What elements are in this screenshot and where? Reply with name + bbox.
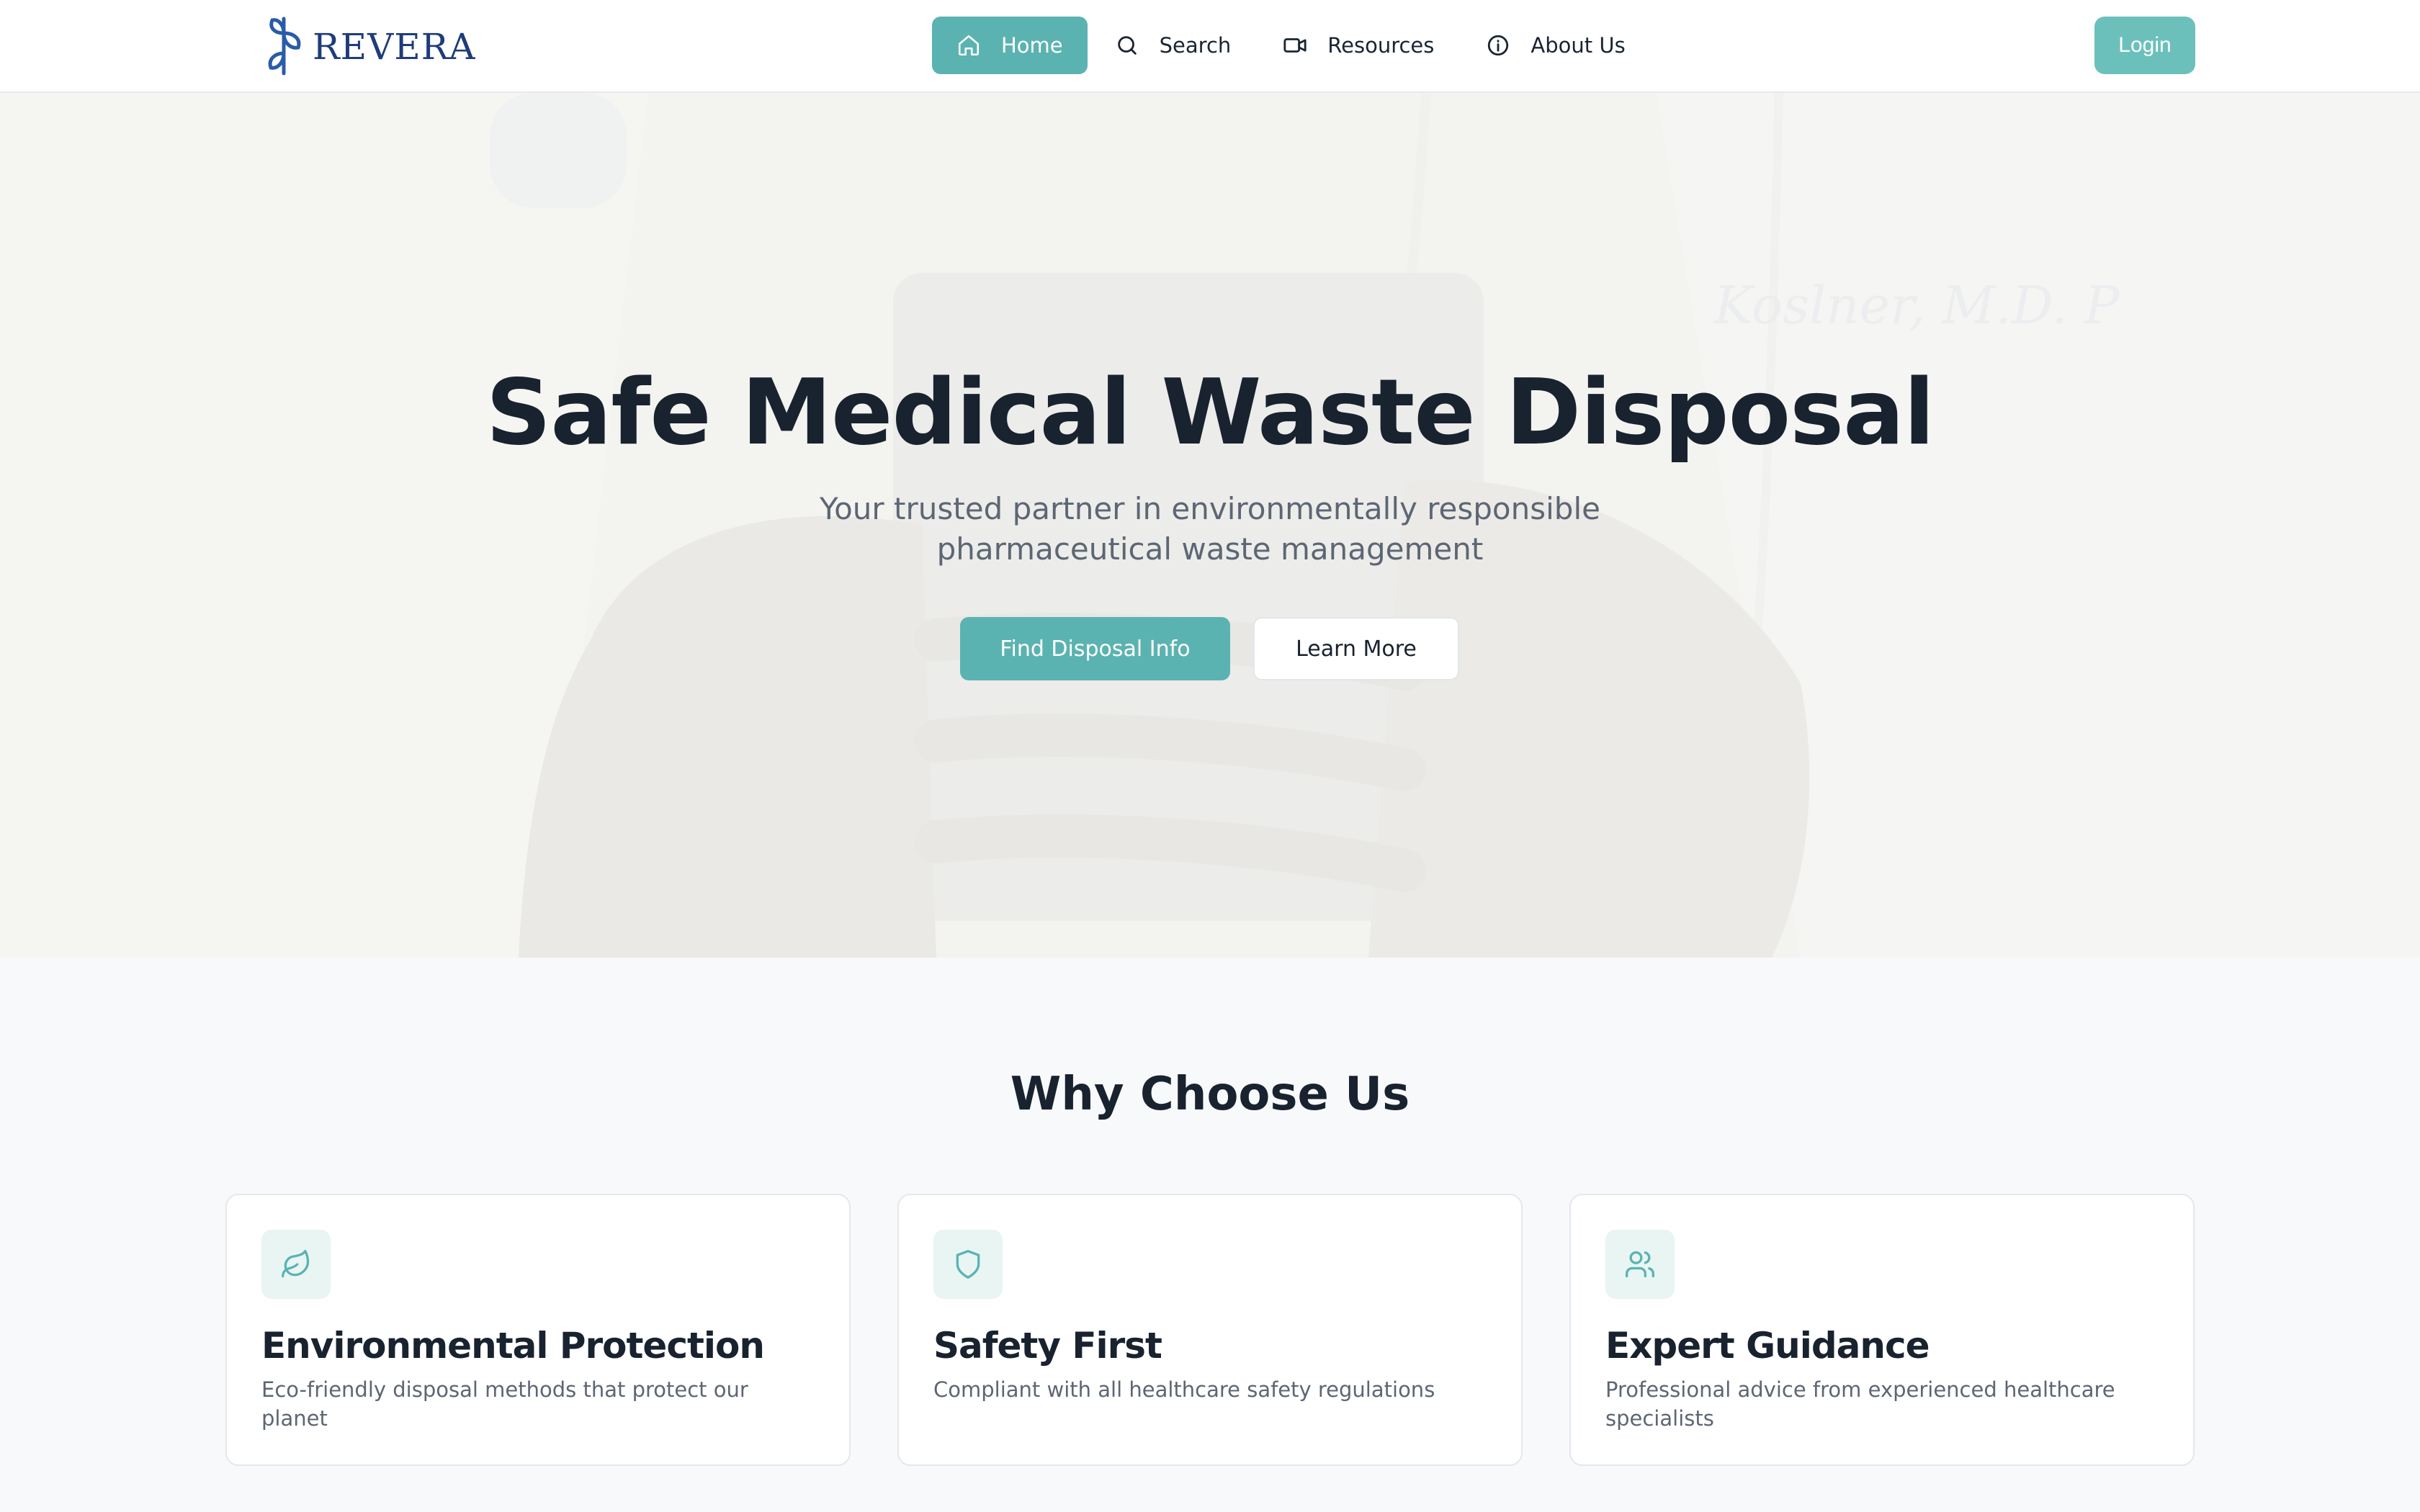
nav-item-label: Resources bbox=[1327, 33, 1435, 58]
nav-item-label: About Us bbox=[1531, 33, 1626, 58]
nav-item-resources[interactable]: Resources bbox=[1258, 17, 1458, 74]
login-button[interactable]: Login bbox=[2094, 17, 2195, 74]
nav-item-home[interactable]: Home bbox=[932, 17, 1088, 74]
main-nav: Home Search Resources About Us bbox=[932, 17, 1653, 74]
card-title: Expert Guidance bbox=[1605, 1325, 1930, 1367]
brand-name: REVERA bbox=[313, 26, 476, 68]
brand-logo[interactable]: REVERA bbox=[259, 12, 476, 78]
leaf-icon bbox=[261, 1230, 331, 1299]
hero-section: Koslner, M.D. P Safe Medical Waste Dispo… bbox=[0, 93, 2420, 958]
nav-item-label: Search bbox=[1159, 33, 1232, 58]
hero-subtitle: Your trusted partner in environmentally … bbox=[820, 491, 1600, 567]
card-description: Eco-friendly disposal methods that prote… bbox=[261, 1377, 748, 1431]
feature-card-safety: Safety First Compliant with all healthca… bbox=[897, 1194, 1523, 1466]
card-description: Compliant with all healthcare safety reg… bbox=[933, 1377, 1435, 1402]
top-navbar: REVERA Home Search Resources About Us Lo… bbox=[0, 0, 2420, 93]
home-icon bbox=[956, 33, 981, 58]
card-title: Environmental Protection bbox=[261, 1325, 765, 1367]
logo-mark-icon bbox=[268, 17, 301, 76]
video-icon bbox=[1283, 33, 1307, 58]
nav-item-label: Home bbox=[1001, 33, 1063, 58]
card-description: Professional advice from experienced hea… bbox=[1605, 1377, 2115, 1431]
hero-title: Safe Medical Waste Disposal bbox=[485, 359, 1935, 465]
feature-card-environmental: Environmental Protection Eco-friendly di… bbox=[225, 1194, 851, 1466]
section-title: Why Choose Us bbox=[1010, 1068, 1410, 1121]
feature-card-guidance: Expert Guidance Professional advice from… bbox=[1569, 1194, 2195, 1466]
learn-more-button[interactable]: Learn More bbox=[1253, 617, 1459, 680]
info-icon bbox=[1486, 33, 1510, 58]
nav-item-about[interactable]: About Us bbox=[1461, 17, 1649, 74]
card-title: Safety First bbox=[933, 1325, 1162, 1367]
nav-item-search[interactable]: Search bbox=[1090, 17, 1256, 74]
search-icon bbox=[1115, 33, 1139, 58]
users-icon bbox=[1605, 1230, 1675, 1299]
find-disposal-info-button[interactable]: Find Disposal Info bbox=[960, 617, 1230, 680]
shield-icon bbox=[933, 1230, 1003, 1299]
